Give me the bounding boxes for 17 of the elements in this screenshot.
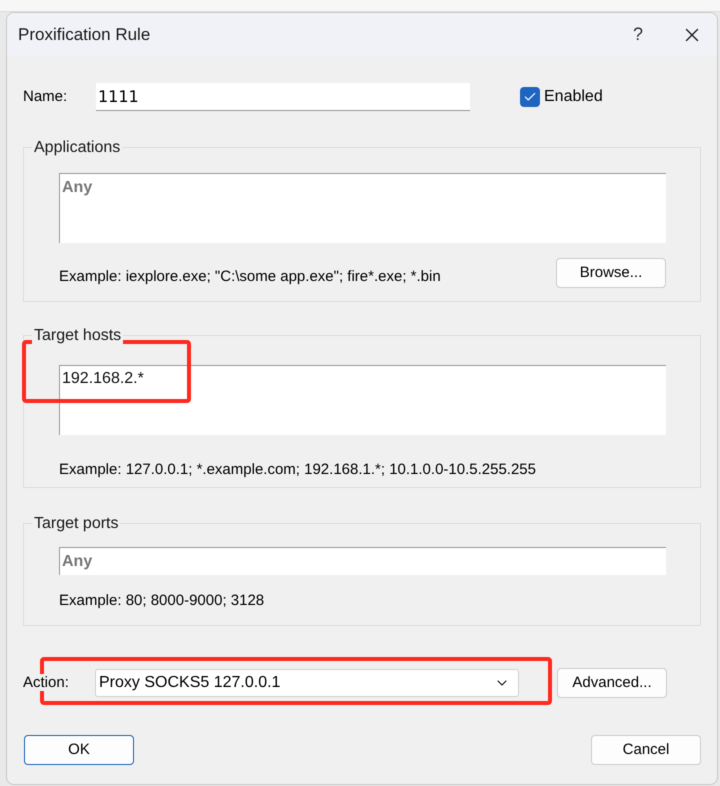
window-title: Proxification Rule (18, 24, 150, 46)
target-ports-example: Example: 80; 8000-9000; 3128 (59, 591, 266, 611)
help-button[interactable]: ? (623, 21, 653, 48)
ok-button[interactable]: OK (24, 735, 134, 765)
applications-example: Example: iexplore.exe; "C:\some app.exe"; fire*.exe; *.bin (59, 267, 441, 287)
browse-button[interactable]: Browse... (556, 258, 666, 288)
applications-field[interactable]: Any (59, 173, 666, 243)
target-hosts-example: Example: 127.0.0.1; *.example.com; 192.168.1.*; 10.1.0.0-10.5.255.255 (59, 460, 537, 480)
cancel-button[interactable]: Cancel (591, 735, 701, 765)
target-ports-field[interactable]: Any (59, 547, 666, 575)
name-field[interactable]: 1111 (96, 83, 470, 111)
name-label: Name: (23, 86, 68, 107)
action-dropdown[interactable]: Proxy SOCKS5 127.0.0.1 (95, 669, 519, 697)
enabled-checkbox[interactable]: Enabled (520, 85, 603, 109)
action-label: Action: (23, 674, 69, 691)
target-hosts-field[interactable]: 192.168.2.* (59, 365, 666, 435)
advanced-button[interactable]: Advanced... (557, 668, 667, 698)
